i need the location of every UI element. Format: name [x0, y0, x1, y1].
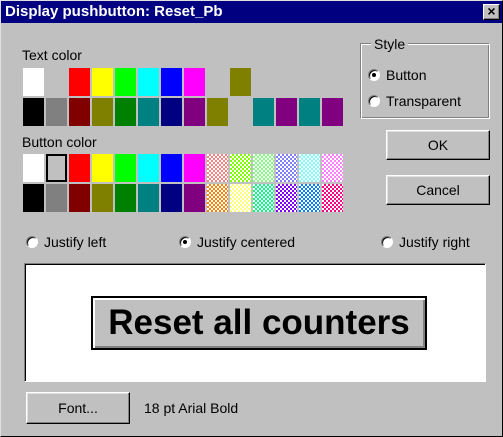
text-color-swatch[interactable]: [321, 67, 344, 97]
text-color-swatch[interactable]: [275, 97, 298, 127]
button-color-swatch[interactable]: [298, 183, 321, 213]
text-color-swatch[interactable]: [114, 67, 137, 97]
style-radio-button[interactable]: Button: [368, 67, 426, 83]
justify-left-label: Justify left: [44, 234, 107, 250]
font-button[interactable]: Font...: [26, 392, 130, 424]
justify-right-radio[interactable]: Justify right: [381, 234, 470, 250]
button-color-swatch[interactable]: [160, 153, 183, 183]
button-color-swatch[interactable]: [114, 153, 137, 183]
text-color-swatch[interactable]: [183, 67, 206, 97]
radio-icon: [179, 236, 191, 248]
text-color-swatch[interactable]: [275, 67, 298, 97]
preview-pushbutton: Reset all counters: [91, 296, 427, 350]
cancel-button[interactable]: Cancel: [386, 175, 490, 205]
button-color-swatch[interactable]: [183, 153, 206, 183]
button-color-swatch[interactable]: [275, 153, 298, 183]
text-color-swatch[interactable]: [91, 97, 114, 127]
text-color-swatch[interactable]: [298, 67, 321, 97]
button-color-palette: [22, 153, 344, 213]
button-color-swatch[interactable]: [137, 183, 160, 213]
close-icon: ×: [487, 3, 496, 19]
button-color-swatch[interactable]: [45, 183, 68, 213]
button-color-swatch[interactable]: [321, 153, 344, 183]
button-color-swatch[interactable]: [91, 153, 114, 183]
radio-icon: [381, 236, 393, 248]
button-color-swatch[interactable]: [298, 153, 321, 183]
button-color-label: Button color: [22, 134, 97, 150]
style-radio-button-label: Button: [386, 67, 427, 83]
text-color-swatch[interactable]: [68, 97, 91, 127]
button-color-swatch[interactable]: [137, 153, 160, 183]
button-color-swatch[interactable]: [229, 183, 252, 213]
title-bar[interactable]: Display pushbutton: Reset_Pb ×: [1, 1, 502, 23]
text-color-swatch[interactable]: [45, 97, 68, 127]
text-color-swatch[interactable]: [45, 67, 68, 97]
text-color-swatch[interactable]: [137, 97, 160, 127]
text-color-swatch[interactable]: [229, 67, 252, 97]
text-color-swatch[interactable]: [160, 97, 183, 127]
text-color-palette: [22, 67, 344, 127]
text-color-swatch[interactable]: [137, 67, 160, 97]
text-color-swatch[interactable]: [206, 97, 229, 127]
button-color-swatch[interactable]: [160, 183, 183, 213]
close-button[interactable]: ×: [483, 3, 500, 20]
pushbutton-dialog: Display pushbutton: Reset_Pb × Text colo…: [0, 0, 503, 437]
text-color-swatch[interactable]: [22, 67, 45, 97]
text-color-label: Text color: [22, 47, 82, 63]
style-group-label: Style: [371, 36, 409, 52]
radio-icon: [26, 236, 38, 248]
button-color-swatch[interactable]: [252, 153, 275, 183]
text-color-swatch[interactable]: [252, 67, 275, 97]
justify-centered-radio[interactable]: Justify centered: [179, 234, 295, 250]
button-color-swatch[interactable]: [183, 183, 206, 213]
text-color-swatch[interactable]: [298, 97, 321, 127]
text-color-swatch[interactable]: [321, 97, 344, 127]
radio-icon: [368, 69, 380, 81]
text-color-swatch[interactable]: [206, 67, 229, 97]
button-color-swatch[interactable]: [114, 183, 137, 213]
button-color-swatch[interactable]: [321, 183, 344, 213]
button-color-swatch[interactable]: [91, 183, 114, 213]
text-color-swatch[interactable]: [183, 97, 206, 127]
text-color-swatch[interactable]: [91, 67, 114, 97]
style-radio-transparent-label: Transparent: [386, 93, 461, 109]
text-color-swatch[interactable]: [22, 97, 45, 127]
button-color-swatch[interactable]: [22, 183, 45, 213]
justify-centered-label: Justify centered: [197, 234, 296, 250]
window-title: Display pushbutton: Reset_Pb: [5, 3, 223, 20]
button-color-swatch[interactable]: [45, 153, 68, 183]
button-color-swatch[interactable]: [68, 153, 91, 183]
text-color-swatch[interactable]: [114, 97, 137, 127]
button-color-swatch[interactable]: [229, 153, 252, 183]
style-radio-transparent[interactable]: Transparent: [368, 93, 461, 109]
button-color-swatch[interactable]: [68, 183, 91, 213]
button-color-swatch[interactable]: [206, 183, 229, 213]
button-color-swatch[interactable]: [252, 183, 275, 213]
text-color-swatch[interactable]: [229, 97, 252, 127]
button-color-swatch[interactable]: [22, 153, 45, 183]
button-preview-area: Reset all counters: [24, 263, 486, 382]
font-description: 18 pt Arial Bold: [144, 400, 239, 416]
text-color-swatch[interactable]: [68, 67, 91, 97]
button-color-swatch[interactable]: [275, 183, 298, 213]
justify-left-radio[interactable]: Justify left: [26, 234, 106, 250]
text-color-swatch[interactable]: [252, 97, 275, 127]
radio-icon: [368, 95, 380, 107]
text-color-swatch[interactable]: [160, 67, 183, 97]
button-color-swatch[interactable]: [206, 153, 229, 183]
ok-button[interactable]: OK: [386, 130, 490, 160]
justify-right-label: Justify right: [399, 234, 470, 250]
